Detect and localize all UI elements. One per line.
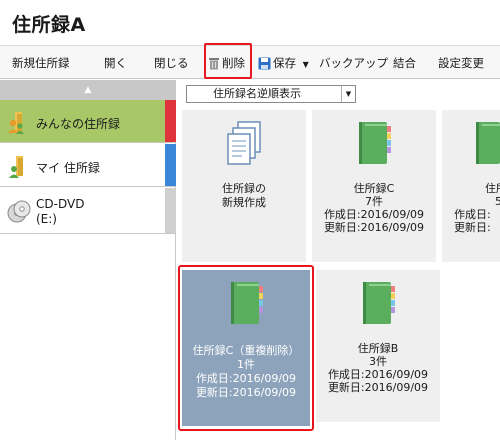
address-book-icon — [363, 282, 395, 324]
tile-b-updated: 更新日:2016/09/09 — [327, 381, 429, 394]
sidebar-item-everyone-color-bar — [165, 100, 176, 142]
tile-address-book-c-dedup[interactable]: 住所録C（重複削除） 1件 作成日:2016/09/09 更新日:2016/09… — [182, 270, 310, 426]
sidebar-item-my-book-label: マイ 住所録 — [36, 161, 100, 175]
tile-partial-updated: 更新日: — [454, 221, 491, 234]
scroll-up-button[interactable]: ▲ — [0, 80, 176, 100]
tile-partial-name: 住所 — [485, 182, 500, 195]
tile-new-line2: 新規作成 — [222, 196, 266, 209]
tile-c-created: 作成日:2016/09/09 — [323, 208, 425, 221]
tile-address-book-c[interactable]: 住所録C 7件 作成日:2016/09/09 更新日:2016/09/09 — [312, 110, 436, 262]
address-book-icon — [231, 282, 263, 324]
sidebar-item-cd-dvd-label: CD-DVD — [36, 197, 85, 211]
tile-b-created: 作成日:2016/09/09 — [327, 368, 429, 381]
sidebar-item-everyone[interactable]: みんなの住所録 — [0, 100, 176, 143]
tile-c-name: 住所録C — [353, 182, 395, 195]
cd-dvd-disc-icon — [7, 200, 31, 223]
address-book-icon — [359, 122, 391, 164]
tile-c-dedup-created: 作成日:2016/09/09 — [195, 372, 297, 385]
save-dropdown-arrow-icon[interactable]: ▼ — [303, 60, 309, 69]
sort-order-value: 住所録名逆順表示 — [213, 87, 301, 100]
tile-address-book-b[interactable]: 住所録B 3件 作成日:2016/09/09 更新日:2016/09/09 — [316, 270, 440, 422]
tile-partial-count: 5 — [495, 195, 500, 208]
sidebar-item-everyone-label: みんなの住所録 — [36, 117, 121, 131]
tile-c-count: 7件 — [365, 195, 383, 208]
sidebar-item-cd-dvd-drive: (E:) — [36, 212, 57, 226]
sort-order-select[interactable]: 住所録名逆順表示 ▼ — [186, 85, 356, 103]
window-title: 住所録A — [12, 14, 86, 36]
save-button[interactable]: 保存 ▼ — [258, 46, 309, 80]
merge-button[interactable]: 結合 — [393, 46, 416, 80]
toolbar: 新規住所録 開く 閉じる 削除 保存 ▼ バックアップ 結合 設定変更 — [0, 45, 500, 79]
trash-icon — [209, 58, 219, 70]
sidebar-item-cd-dvd[interactable]: CD-DVD (E:) — [0, 188, 176, 234]
chevron-down-icon[interactable]: ▼ — [341, 86, 355, 102]
tile-c-dedup-name: 住所録C（重複削除） — [192, 344, 300, 357]
tile-new-address-book[interactable]: 住所録の 新規作成 — [182, 110, 306, 262]
documents-icon — [227, 121, 261, 165]
open-button[interactable]: 開く — [104, 46, 127, 80]
address-book-icon — [476, 122, 500, 164]
tile-b-count: 3件 — [369, 355, 387, 368]
tile-partial-created: 作成日: — [454, 208, 491, 221]
delete-label: 削除 — [222, 56, 245, 70]
tile-new-line1: 住所録の — [222, 182, 266, 195]
tile-c-updated: 更新日:2016/09/09 — [323, 221, 425, 234]
shared-folder-icon — [8, 112, 24, 134]
delete-button[interactable]: 削除 — [208, 46, 245, 80]
tile-partial[interactable]: 住所 5 作成日: 更新日: — [442, 110, 500, 262]
close-button[interactable]: 閉じる — [154, 46, 189, 80]
sidebar-item-my-book-color-bar — [165, 144, 176, 186]
sidebar: ▲ みんなの住所録 マイ 住所録 CD-DVD (E:) — [0, 80, 176, 440]
new-book-button[interactable]: 新規住所録 — [12, 46, 70, 80]
save-label: 保存 — [273, 56, 296, 70]
floppy-disk-icon — [258, 57, 271, 70]
personal-folder-icon — [9, 156, 23, 178]
settings-button[interactable]: 設定変更 — [438, 46, 484, 80]
backup-button[interactable]: バックアップ — [319, 46, 388, 80]
sidebar-item-my-book[interactable]: マイ 住所録 — [0, 144, 176, 187]
tile-b-name: 住所録B — [357, 342, 399, 355]
tile-c-dedup-count: 1件 — [237, 358, 255, 371]
sidebar-item-cd-dvd-color-bar — [165, 188, 176, 233]
tile-c-dedup-updated: 更新日:2016/09/09 — [195, 386, 297, 399]
